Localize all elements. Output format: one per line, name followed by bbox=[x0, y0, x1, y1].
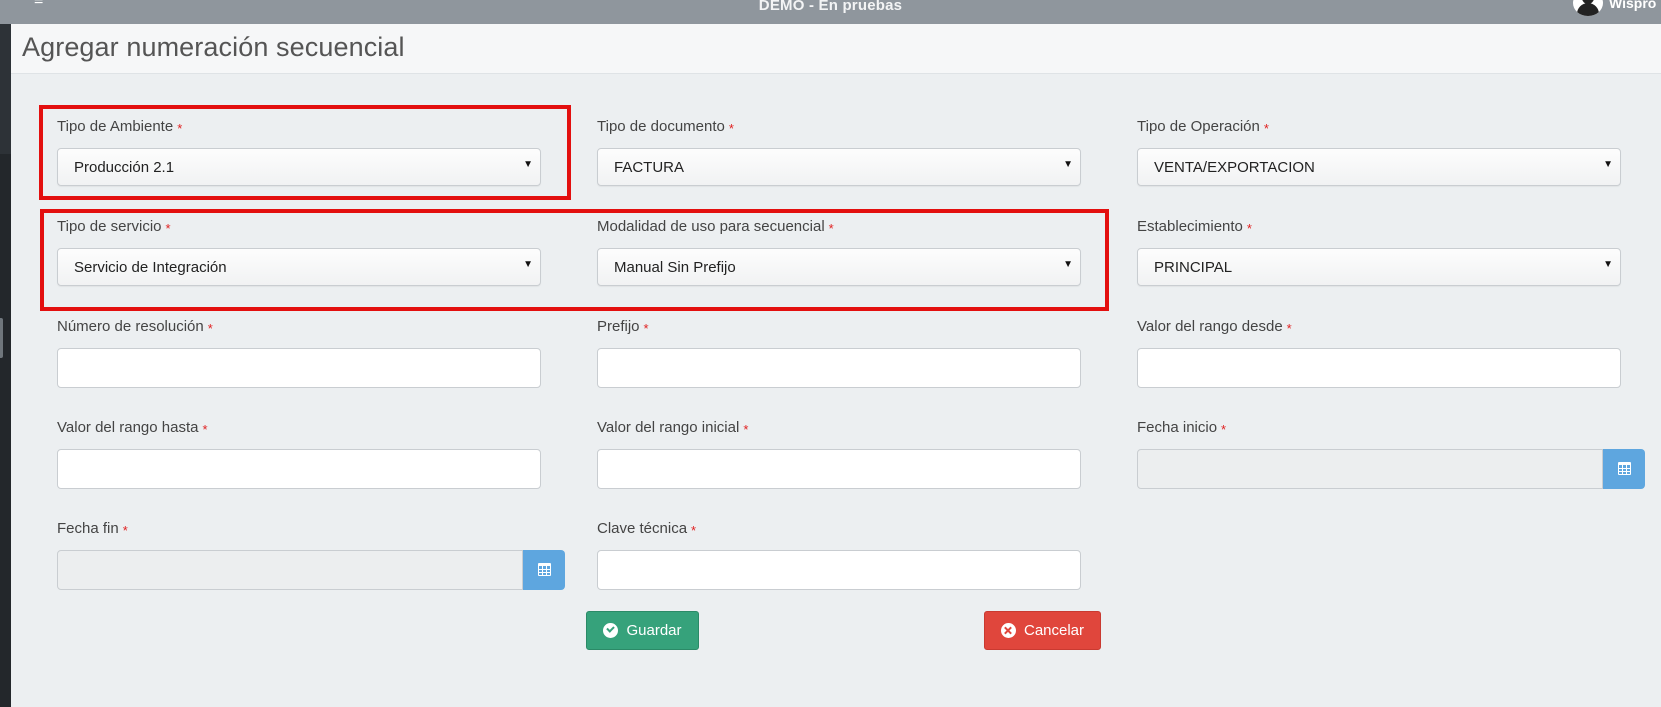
calendar-icon bbox=[1618, 462, 1631, 475]
user-avatar-icon[interactable] bbox=[1573, 0, 1603, 16]
required-marker: * bbox=[1246, 221, 1252, 236]
fecha-fin-label: Fecha fin * bbox=[57, 520, 128, 538]
rango-hasta-label: Valor del rango hasta * bbox=[57, 419, 208, 437]
required-marker: * bbox=[1286, 321, 1292, 336]
required-marker: * bbox=[728, 121, 734, 136]
cancel-button-label: Cancelar bbox=[1023, 622, 1085, 639]
tipo-operacion-select[interactable]: VENTA/EXPORTACION ▼ bbox=[1137, 148, 1621, 186]
clave-tecnica-input[interactable] bbox=[597, 550, 1081, 590]
avatar-body bbox=[1577, 3, 1599, 16]
environment-title: DEMO - En pruebas bbox=[758, 0, 903, 14]
required-marker: * bbox=[1263, 121, 1269, 136]
establecimiento-label: Establecimiento * bbox=[1137, 218, 1252, 236]
save-button-label: Guardar bbox=[626, 622, 682, 639]
tipo-documento-label: Tipo de documento * bbox=[597, 118, 734, 136]
rango-inicial-label: Valor del rango inicial * bbox=[597, 419, 749, 437]
fecha-inicio-calendar-button[interactable] bbox=[1603, 449, 1645, 489]
numero-resolucion-label: Número de resolución * bbox=[57, 318, 213, 336]
fecha-inicio-input[interactable] bbox=[1137, 449, 1603, 489]
rango-desde-input[interactable] bbox=[1137, 348, 1621, 388]
clave-tecnica-label: Clave técnica * bbox=[597, 520, 697, 538]
prefijo-input[interactable] bbox=[597, 348, 1081, 388]
caret-down-icon: ▼ bbox=[1603, 259, 1613, 270]
required-marker: * bbox=[691, 523, 697, 538]
top-bar: ≡ DEMO - En pruebas Wispro bbox=[0, 0, 1661, 24]
numero-resolucion-input[interactable] bbox=[57, 348, 541, 388]
fecha-fin-calendar-button[interactable] bbox=[523, 550, 565, 590]
times-circle-icon bbox=[1000, 623, 1016, 638]
fecha-fin-input[interactable] bbox=[57, 550, 523, 590]
establecimiento-select[interactable]: PRINCIPAL ▼ bbox=[1137, 248, 1621, 286]
rango-inicial-input[interactable] bbox=[597, 449, 1081, 489]
required-marker: * bbox=[122, 523, 128, 538]
calendar-icon bbox=[538, 563, 551, 576]
page-title: Agregar numeración secuencial bbox=[22, 32, 405, 62]
prefijo-label: Prefijo * bbox=[597, 318, 649, 336]
tipo-documento-select[interactable]: FACTURA ▼ bbox=[597, 148, 1081, 186]
tipo-operacion-label: Tipo de Operación * bbox=[1137, 118, 1269, 136]
rango-hasta-input[interactable] bbox=[57, 449, 541, 489]
rango-desde-label: Valor del rango desde * bbox=[1137, 318, 1292, 336]
user-name[interactable]: Wispro bbox=[1609, 0, 1656, 11]
required-marker: * bbox=[743, 422, 749, 437]
cancel-button[interactable]: Cancelar bbox=[984, 611, 1101, 650]
establecimiento-value: PRINCIPAL bbox=[1154, 259, 1233, 276]
save-button[interactable]: Guardar bbox=[586, 611, 699, 650]
caret-down-icon: ▼ bbox=[1603, 159, 1613, 170]
fecha-inicio-label: Fecha inicio * bbox=[1137, 419, 1227, 437]
required-marker: * bbox=[202, 422, 208, 437]
required-marker: * bbox=[207, 321, 213, 336]
tipo-documento-value: FACTURA bbox=[614, 159, 685, 176]
sidebar-strip bbox=[0, 24, 11, 154]
highlight-box-ambiente bbox=[39, 105, 571, 200]
sidebar-toggle-tab[interactable] bbox=[0, 318, 3, 358]
required-marker: * bbox=[643, 321, 649, 336]
highlight-box-servicio-modalidad bbox=[40, 209, 1109, 311]
tipo-operacion-value: VENTA/EXPORTACION bbox=[1154, 159, 1315, 176]
left-sidebar bbox=[0, 24, 11, 707]
caret-down-icon: ▼ bbox=[1063, 159, 1073, 170]
check-circle-icon bbox=[603, 623, 619, 638]
page-header: Agregar numeración secuencial bbox=[11, 24, 1661, 74]
required-marker: * bbox=[1221, 422, 1227, 437]
